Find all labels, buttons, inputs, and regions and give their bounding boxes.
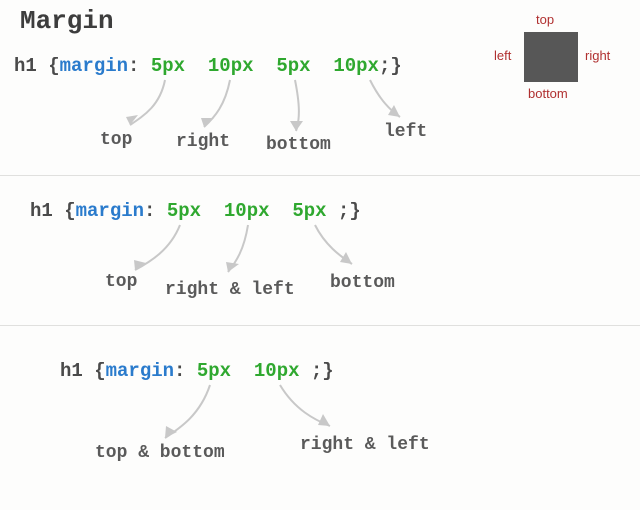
space xyxy=(270,200,293,222)
space xyxy=(185,55,208,77)
property-margin: margin xyxy=(106,360,174,382)
value-2: 10px xyxy=(224,200,270,222)
annotation-right-left: right & left xyxy=(300,435,430,455)
brace-open: { xyxy=(64,200,75,222)
annotation-right-left: right & left xyxy=(165,280,295,300)
box-square xyxy=(524,32,578,82)
value-2: 10px xyxy=(254,360,300,382)
value-1: 5px xyxy=(151,55,185,77)
colon: : xyxy=(174,360,197,382)
annotation-top-bottom: top & bottom xyxy=(95,443,225,463)
value-3: 5px xyxy=(292,200,326,222)
brace-close: ;} xyxy=(379,55,402,77)
space xyxy=(201,200,224,222)
colon: : xyxy=(144,200,167,222)
value-1: 5px xyxy=(197,360,231,382)
selector: h1 xyxy=(30,200,64,222)
space xyxy=(311,55,334,77)
space xyxy=(231,360,254,382)
box-label-top: top xyxy=(536,12,554,27)
divider-2 xyxy=(0,325,640,326)
annotation-top: top xyxy=(105,272,137,292)
brace-close: ;} xyxy=(300,360,334,382)
brace-open: { xyxy=(94,360,105,382)
annotation-right: right xyxy=(176,132,230,152)
selector: h1 xyxy=(60,360,94,382)
brace-open: { xyxy=(48,55,59,77)
value-2: 10px xyxy=(208,55,254,77)
space xyxy=(254,55,277,77)
annotation-left: left xyxy=(384,122,427,142)
value-4: 10px xyxy=(333,55,379,77)
box-label-right: right xyxy=(585,48,610,63)
code-line-2v: h1 {margin: 5px 10px ;} xyxy=(60,360,334,382)
code-line-3v: h1 {margin: 5px 10px 5px ;} xyxy=(30,200,361,222)
box-model-diagram: top bottom left right xyxy=(474,8,624,108)
divider-1 xyxy=(0,175,640,176)
code-line-4v: h1 {margin: 5px 10px 5px 10px;} xyxy=(14,55,402,77)
property-margin: margin xyxy=(60,55,128,77)
annotation-bottom: bottom xyxy=(266,135,331,155)
brace-close: ;} xyxy=(327,200,361,222)
annotation-top: top xyxy=(100,130,132,150)
value-3: 5px xyxy=(276,55,310,77)
annotation-bottom: bottom xyxy=(330,273,395,293)
property-margin: margin xyxy=(76,200,144,222)
colon: : xyxy=(128,55,151,77)
box-label-left: left xyxy=(494,48,511,63)
selector: h1 xyxy=(14,55,48,77)
value-1: 5px xyxy=(167,200,201,222)
page-title: Margin xyxy=(20,6,114,36)
box-label-bottom: bottom xyxy=(528,86,568,101)
